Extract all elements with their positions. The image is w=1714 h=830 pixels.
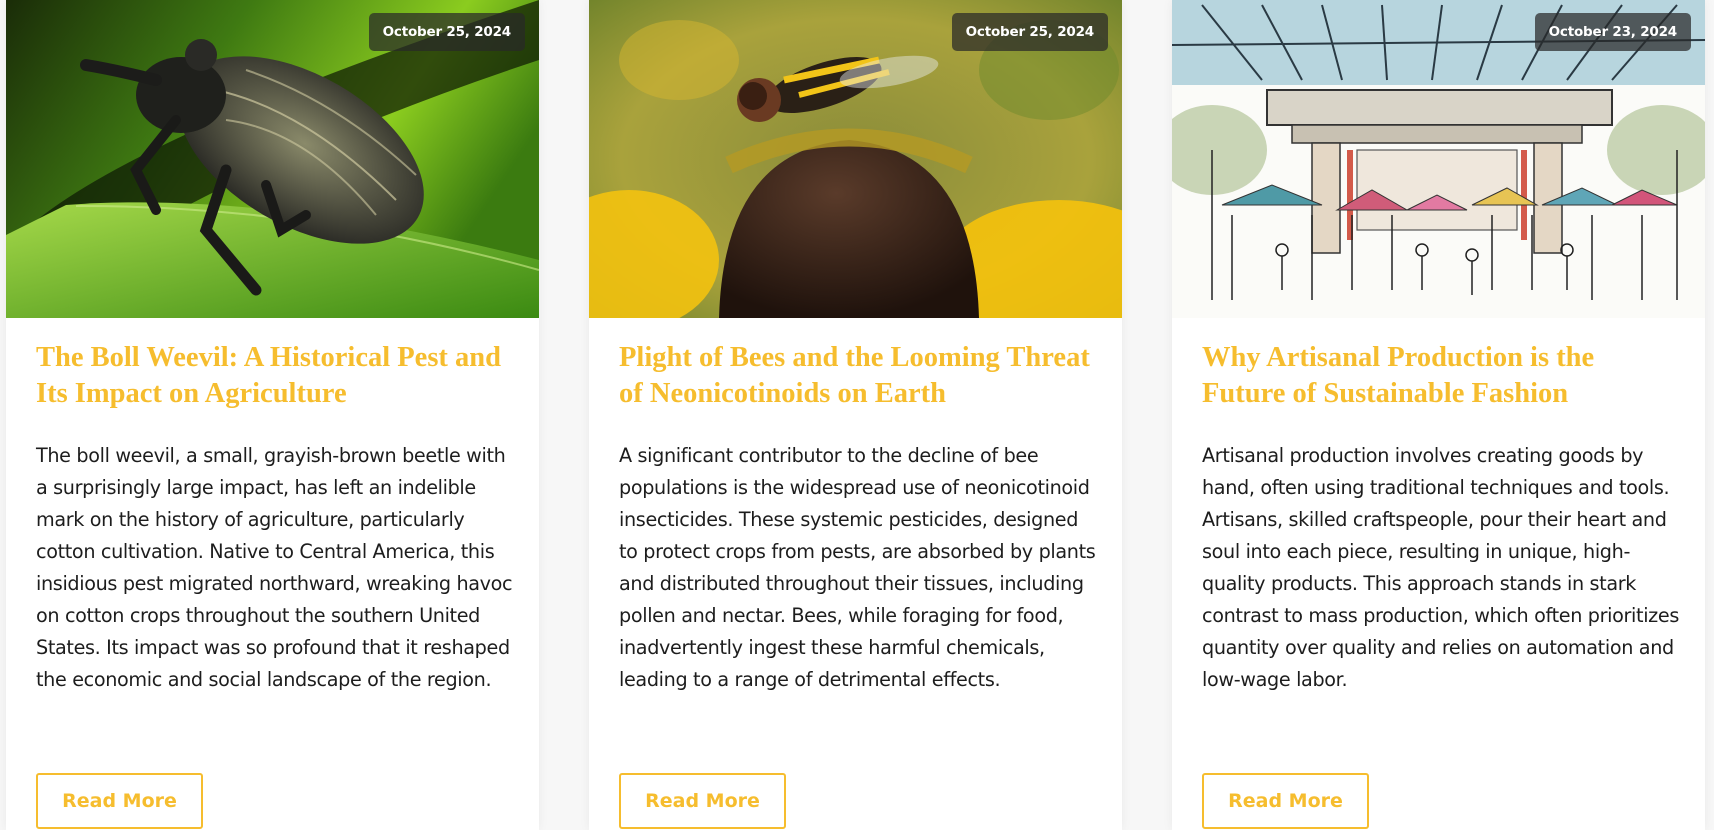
post-thumbnail[interactable]: October 23, 2024 (1172, 0, 1705, 318)
post-excerpt: The boll weevil, a small, grayish-brown … (36, 444, 513, 691)
post-thumbnail[interactable]: October 25, 2024 (6, 0, 539, 318)
post-date-badge: October 25, 2024 (368, 13, 525, 51)
read-more-button[interactable]: Read More (1202, 773, 1369, 829)
post-title[interactable]: Plight of Bees and the Looming Threat of… (619, 340, 1099, 412)
post-card: October 25, 2024 Plight of Bees and the … (589, 0, 1122, 830)
read-more-button[interactable]: Read More (619, 773, 786, 829)
post-title[interactable]: Why Artisanal Production is the Future o… (1202, 340, 1682, 412)
post-date-badge: October 25, 2024 (951, 13, 1108, 51)
post-excerpt: Artisanal production involves creating g… (1202, 444, 1679, 691)
post-card: October 23, 2024 Why Artisanal Productio… (1172, 0, 1705, 830)
post-thumbnail[interactable]: October 25, 2024 (589, 0, 1122, 318)
post-date-badge: October 23, 2024 (1534, 13, 1691, 51)
post-excerpt: A significant contributor to the decline… (619, 444, 1096, 691)
read-more-button[interactable]: Read More (36, 773, 203, 829)
post-title[interactable]: The Boll Weevil: A Historical Pest and I… (36, 340, 516, 412)
post-card: October 25, 2024 The Boll Weevil: A Hist… (6, 0, 539, 830)
